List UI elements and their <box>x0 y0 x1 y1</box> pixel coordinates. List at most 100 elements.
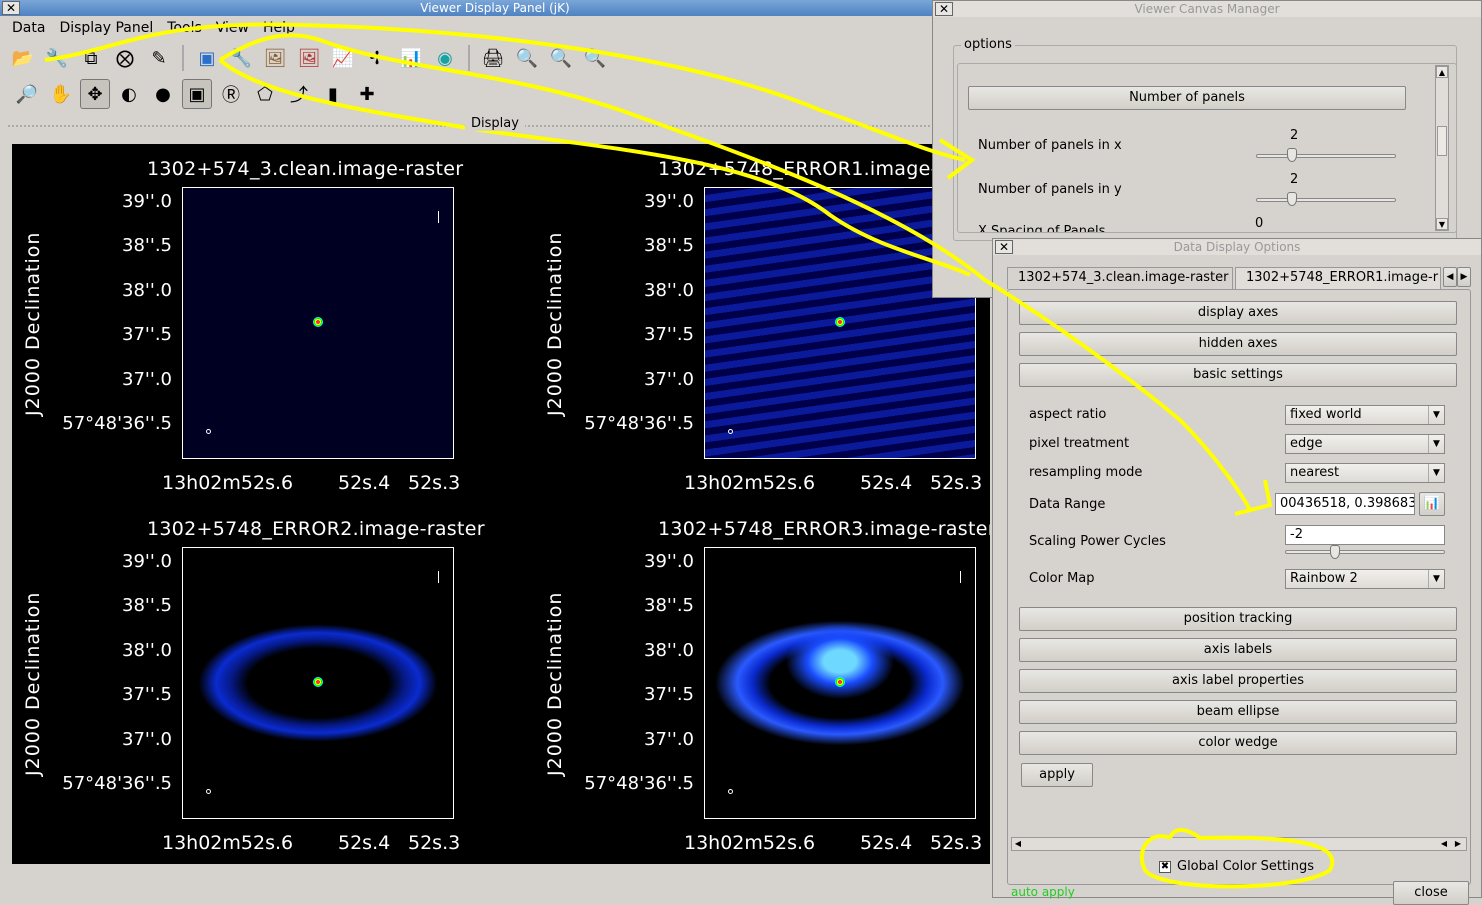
polyline-tool-icon[interactable]: ⤴ <box>284 79 314 109</box>
polygon-tool-icon[interactable]: ⬠ <box>250 79 280 109</box>
zoom-icon[interactable]: 🔍 <box>512 43 542 73</box>
x-tick-label: 13h02m52s.6 <box>684 472 816 494</box>
viewer-close-button[interactable]: ✕ <box>2 1 20 15</box>
hidden-axes-button[interactable]: hidden axes <box>1019 332 1457 356</box>
beam-ellipse-marker <box>206 789 211 794</box>
print-icon[interactable]: 🖨 <box>478 43 508 73</box>
y-tick-label: 38''.0 <box>644 639 694 661</box>
scroll-left-arrow-icon[interactable]: ◀ <box>1012 838 1024 850</box>
close-button[interactable]: close <box>1393 881 1469 905</box>
scroll-left-arrow-icon[interactable]: ◀ <box>1438 838 1450 850</box>
ddo-title: Data Display Options <box>1173 240 1301 254</box>
color-wedge-button[interactable]: color wedge <box>1019 731 1457 755</box>
y-tick-label: 38''.5 <box>644 235 694 257</box>
copy-icon[interactable]: ⧉ <box>76 43 106 73</box>
menu-display-panel[interactable]: Display Panel <box>59 20 153 36</box>
panels-y-slider[interactable] <box>1256 198 1396 202</box>
y-tick-label: 37''.5 <box>122 324 172 346</box>
scroll-right-arrow-icon[interactable]: ▶ <box>1452 838 1464 850</box>
color-map-select[interactable]: Rainbow 2 ▼ <box>1285 569 1445 589</box>
restore-panel-icon[interactable]: 🖼 <box>294 43 324 73</box>
aspect-ratio-select[interactable]: fixed world ▼ <box>1285 405 1445 425</box>
global-color-checkbox[interactable]: ✖ <box>1159 861 1171 873</box>
menu-help[interactable]: Help <box>263 20 295 36</box>
menu-tools[interactable]: Tools <box>167 20 202 36</box>
beam-ellipse-marker <box>206 429 211 434</box>
ruler-tool-icon[interactable]: ▮ <box>318 79 348 109</box>
panel-options-icon[interactable]: 🔧 <box>226 43 256 73</box>
y-tick-label: 37''.0 <box>644 728 694 750</box>
wrench-icon[interactable]: 🔧 <box>42 43 72 73</box>
panels-x-slider[interactable] <box>1256 154 1396 158</box>
zoom-in-icon[interactable]: 🔍 <box>546 43 576 73</box>
pixel-treatment-select[interactable]: edge ▼ <box>1285 434 1445 454</box>
crosshair-tool-icon[interactable]: ✚ <box>352 79 382 109</box>
scaling-power-slider-knob[interactable] <box>1330 545 1340 559</box>
canvas-manager-scrollbar[interactable]: ▲ ▼ <box>1435 65 1449 231</box>
y-tick-label: 37''.0 <box>644 368 694 390</box>
tab-error1-image[interactable]: 1302+5748_ERROR1.image-r <box>1235 267 1441 289</box>
unload-icon[interactable]: ⨂ <box>110 43 140 73</box>
profile-icon[interactable]: 📈 <box>328 43 358 73</box>
display-axes-button[interactable]: display axes <box>1019 301 1457 325</box>
region-r-icon[interactable]: Ⓡ <box>216 79 246 109</box>
viewer-display-panel-window: ✕ Viewer Display Panel (jK) Data Display… <box>0 0 990 898</box>
x-tick-label: 52s.4 <box>860 832 913 854</box>
options-inner-frame: Number of panels Number of panels in x 2… <box>957 63 1457 233</box>
y-tick-label: 38''.5 <box>644 595 694 617</box>
menu-data[interactable]: Data <box>12 20 45 36</box>
display-canvas[interactable]: 1302+574_3.clean.image-raster 39''.0 38''.… <box>12 144 990 864</box>
position-tracking-button[interactable]: position tracking <box>1019 607 1457 631</box>
panels-y-slider-knob[interactable] <box>1287 192 1297 206</box>
panels-x-value: 2 <box>1290 128 1299 143</box>
axis-label-properties-button[interactable]: axis label properties <box>1019 669 1457 693</box>
move-arrows-icon[interactable]: ✥ <box>80 79 110 109</box>
axis-labels-button[interactable]: axis labels <box>1019 638 1457 662</box>
scroll-up-arrow-icon[interactable]: ▲ <box>1436 66 1448 78</box>
panels-x-slider-knob[interactable] <box>1287 148 1297 162</box>
scaling-power-input[interactable]: -2 <box>1285 525 1445 545</box>
open-folder-icon[interactable]: 📂 <box>8 43 38 73</box>
x-tick-label: 52s.4 <box>338 472 391 494</box>
save-icon[interactable]: ✎ <box>144 43 174 73</box>
x-spacing-value: 0 <box>1255 216 1264 231</box>
basic-settings-button[interactable]: basic settings <box>1019 363 1457 387</box>
scaling-power-slider[interactable] <box>1285 550 1445 554</box>
tab-clean-image[interactable]: 1302+574_3.clean.image-raster <box>1007 267 1233 289</box>
ddo-close-button[interactable]: ✕ <box>995 240 1013 254</box>
tab-scroll-right-icon[interactable]: ▶ <box>1457 267 1471 287</box>
tab-scroll-left-icon[interactable]: ◀ <box>1443 267 1457 287</box>
histogram-icon[interactable]: 📊 <box>396 43 426 73</box>
main-toolbar: 📂 🔧 ⧉ ⨂ ✎ ▣ 🔧 🖼 🖼 📈 ✢ 📊 ◉ 🖨 🔍 🔍 🔍 <box>0 40 990 76</box>
x-tick-label: 52s.3 <box>408 832 461 854</box>
apply-button[interactable]: apply <box>1021 763 1093 787</box>
y-tick-label: 37''.5 <box>644 324 694 346</box>
contrast-tool-icon[interactable]: ◐ <box>114 79 144 109</box>
scroll-thumb[interactable] <box>1437 126 1447 156</box>
horizontal-scrollbar[interactable]: ◀ ◀ ▶ <box>1011 837 1467 851</box>
scroll-down-arrow-icon[interactable]: ▼ <box>1436 218 1448 230</box>
histogram-button-icon[interactable]: 📊 <box>1419 492 1445 516</box>
resampling-mode-select[interactable]: nearest ▼ <box>1285 463 1445 483</box>
tick-mark <box>438 571 439 583</box>
zoom-tool-icon[interactable]: 🔎 <box>12 79 42 109</box>
rectangle-tool-icon[interactable]: ▣ <box>182 79 212 109</box>
zoom-out-icon[interactable]: 🔍 <box>580 43 610 73</box>
fit-icon[interactable]: ◉ <box>430 43 460 73</box>
data-range-input[interactable]: 00436518, 0.398683] <box>1275 493 1415 515</box>
y-tick-label: 39''.0 <box>122 191 172 212</box>
canvas-manager-close-button[interactable]: ✕ <box>935 2 953 16</box>
point-tool-icon[interactable]: ● <box>148 79 178 109</box>
data-range-label: Data Range <box>1029 497 1106 512</box>
y-tick-label: 37''.0 <box>122 368 172 390</box>
pan-hand-icon[interactable]: ✋ <box>46 79 76 109</box>
x-tick-label: 52s.4 <box>338 832 391 854</box>
save-panel-icon[interactable]: 🖼 <box>260 43 290 73</box>
number-of-panels-button[interactable]: Number of panels <box>968 86 1406 110</box>
beam-ellipse-button[interactable]: beam ellipse <box>1019 700 1457 724</box>
shrink-icon[interactable]: ✢ <box>362 43 392 73</box>
new-panel-icon[interactable]: ▣ <box>192 43 222 73</box>
scaling-power-label: Scaling Power Cycles <box>1029 534 1166 549</box>
ddo-titlebar: ✕ Data Display Options <box>993 239 1481 255</box>
menu-view[interactable]: View <box>216 20 249 36</box>
